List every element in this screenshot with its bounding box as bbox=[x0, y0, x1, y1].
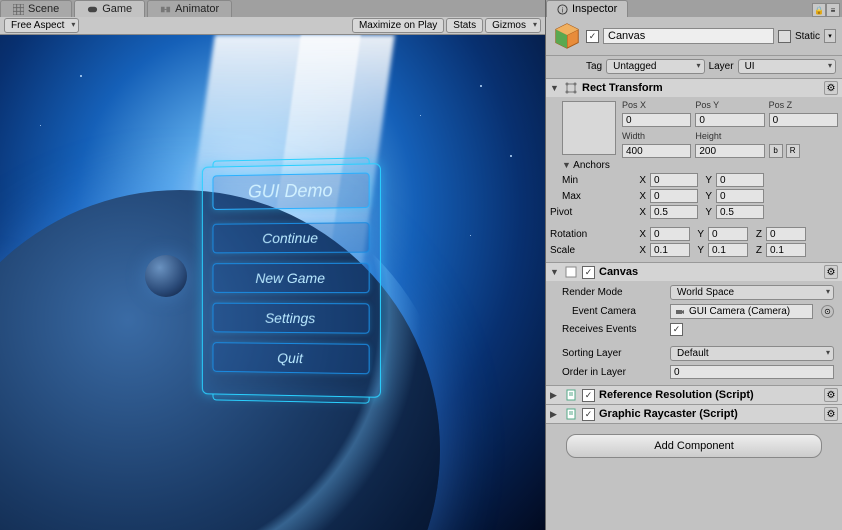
inspector-icon: i bbox=[557, 4, 568, 15]
height-input[interactable] bbox=[695, 144, 764, 158]
static-label: Static bbox=[795, 31, 820, 42]
maximize-toggle[interactable]: Maximize on Play bbox=[352, 18, 444, 33]
tag-label: Tag bbox=[586, 61, 602, 72]
raycaster-title: Graphic Raycaster (Script) bbox=[599, 408, 820, 420]
posy-input[interactable] bbox=[695, 113, 764, 127]
tab-game[interactable]: Game bbox=[74, 0, 145, 17]
static-dropdown[interactable]: ▾ bbox=[824, 29, 836, 43]
ref-res-header[interactable]: ▶ ✓ Reference Resolution (Script) ⚙ bbox=[546, 386, 842, 404]
anchor-min-y-input[interactable] bbox=[716, 173, 764, 187]
anchor-preset-button[interactable] bbox=[562, 101, 616, 155]
rect-transform-header[interactable]: ▼ Rect Transform ⚙ bbox=[546, 79, 842, 97]
lock-icon[interactable]: 🔒 bbox=[812, 3, 826, 17]
gameobject-name-input[interactable] bbox=[603, 28, 774, 44]
pivot-y-input[interactable] bbox=[716, 205, 764, 219]
gameobject-cube-icon bbox=[552, 21, 582, 51]
menu-new-game-button[interactable]: New Game bbox=[212, 263, 369, 293]
canvas-enabled-checkbox[interactable]: ✓ bbox=[582, 266, 595, 279]
order-in-layer-input[interactable] bbox=[670, 365, 834, 379]
scale-z-input[interactable] bbox=[766, 243, 806, 257]
ref-res-title: Reference Resolution (Script) bbox=[599, 389, 820, 401]
tab-animator-label: Animator bbox=[175, 3, 219, 15]
raycaster-header[interactable]: ▶ ✓ Graphic Raycaster (Script) ⚙ bbox=[546, 405, 842, 423]
foldout-icon: ▶ bbox=[550, 409, 560, 420]
scale-x-input[interactable] bbox=[650, 243, 690, 257]
menu-title: GUI Demo bbox=[212, 173, 369, 210]
canvas-settings-icon[interactable]: ⚙ bbox=[824, 265, 838, 279]
rect-transform-settings-icon[interactable]: ⚙ bbox=[824, 81, 838, 95]
tab-inspector[interactable]: i Inspector bbox=[546, 0, 628, 17]
gizmos-dropdown[interactable]: Gizmos bbox=[485, 18, 541, 33]
panel-menu-icon[interactable]: ≡ bbox=[826, 3, 840, 17]
raycaster-settings-icon[interactable]: ⚙ bbox=[824, 407, 838, 421]
ref-res-settings-icon[interactable]: ⚙ bbox=[824, 388, 838, 402]
anchor-min-x-input[interactable] bbox=[650, 173, 698, 187]
tab-game-label: Game bbox=[102, 3, 132, 15]
tab-inspector-label: Inspector bbox=[572, 3, 617, 15]
component-rect-transform: ▼ Rect Transform ⚙ Pos X Pos Y Pos Z Wid… bbox=[546, 79, 842, 263]
rot-y-input[interactable] bbox=[708, 227, 748, 241]
game-menu-panel: GUI Demo Continue New Game Settings Quit bbox=[202, 163, 381, 398]
ref-res-enabled-checkbox[interactable]: ✓ bbox=[582, 389, 595, 402]
receives-events-checkbox[interactable]: ✓ bbox=[670, 323, 683, 336]
raycaster-enabled-checkbox[interactable]: ✓ bbox=[582, 408, 595, 421]
game-view: GUI Demo Continue New Game Settings Quit bbox=[0, 35, 545, 530]
tag-dropdown[interactable]: Untagged bbox=[606, 59, 704, 74]
stats-toggle[interactable]: Stats bbox=[446, 18, 483, 33]
foldout-icon: ▼ bbox=[550, 83, 560, 93]
foldout-icon: ▼ bbox=[550, 267, 560, 277]
posx-input[interactable] bbox=[622, 113, 691, 127]
camera-icon bbox=[675, 307, 685, 317]
object-picker-icon[interactable]: ⊙ bbox=[821, 305, 834, 318]
component-graphic-raycaster: ▶ ✓ Graphic Raycaster (Script) ⚙ bbox=[546, 405, 842, 424]
component-reference-resolution: ▶ ✓ Reference Resolution (Script) ⚙ bbox=[546, 386, 842, 405]
posz-input[interactable] bbox=[769, 113, 838, 127]
aspect-dropdown[interactable]: Free Aspect bbox=[4, 18, 79, 33]
scale-y-input[interactable] bbox=[708, 243, 748, 257]
component-canvas: ▼ ✓ Canvas ⚙ Render ModeWorld Space Even… bbox=[546, 263, 842, 386]
canvas-title: Canvas bbox=[599, 266, 820, 278]
view-tabs: Scene Game Animator bbox=[0, 0, 545, 17]
anchors-foldout-icon[interactable]: ▼ bbox=[562, 160, 571, 170]
rect-transform-title: Rect Transform bbox=[582, 82, 820, 94]
tab-scene-label: Scene bbox=[28, 3, 59, 15]
add-component-button[interactable]: Add Component bbox=[566, 434, 822, 458]
width-input[interactable] bbox=[622, 144, 691, 158]
game-icon bbox=[87, 4, 98, 15]
animator-icon bbox=[160, 4, 171, 15]
menu-quit-button[interactable]: Quit bbox=[212, 342, 369, 374]
foldout-icon: ▶ bbox=[550, 390, 560, 401]
static-checkbox[interactable] bbox=[778, 30, 791, 43]
pivot-x-input[interactable] bbox=[650, 205, 698, 219]
layer-dropdown[interactable]: UI bbox=[738, 59, 836, 74]
anchor-max-x-input[interactable] bbox=[650, 189, 698, 203]
tab-animator[interactable]: Animator bbox=[147, 0, 232, 17]
canvas-icon bbox=[564, 265, 578, 279]
blueprint-button[interactable]: b bbox=[769, 144, 783, 158]
script-icon bbox=[564, 407, 578, 421]
rot-x-input[interactable] bbox=[650, 227, 690, 241]
render-mode-dropdown[interactable]: World Space bbox=[670, 285, 834, 300]
layer-label: Layer bbox=[709, 61, 734, 72]
menu-continue-button[interactable]: Continue bbox=[212, 222, 369, 253]
canvas-header[interactable]: ▼ ✓ Canvas ⚙ bbox=[546, 263, 842, 281]
scene-icon bbox=[13, 4, 24, 15]
sorting-layer-dropdown[interactable]: Default bbox=[670, 346, 834, 361]
menu-settings-button[interactable]: Settings bbox=[212, 303, 369, 334]
tab-scene[interactable]: Scene bbox=[0, 0, 72, 17]
script-icon bbox=[564, 388, 578, 402]
rect-transform-icon bbox=[564, 81, 578, 95]
anchor-max-y-input[interactable] bbox=[716, 189, 764, 203]
event-camera-field[interactable]: GUI Camera (Camera) bbox=[670, 304, 813, 319]
raw-edit-button[interactable]: R bbox=[786, 144, 800, 158]
rot-z-input[interactable] bbox=[766, 227, 806, 241]
game-toolbar: Free Aspect Maximize on Play Stats Gizmo… bbox=[0, 17, 545, 35]
svg-text:i: i bbox=[562, 5, 564, 14]
gameobject-header: ✓ Static ▾ bbox=[546, 17, 842, 56]
moon bbox=[145, 255, 187, 297]
gameobject-active-checkbox[interactable]: ✓ bbox=[586, 30, 599, 43]
